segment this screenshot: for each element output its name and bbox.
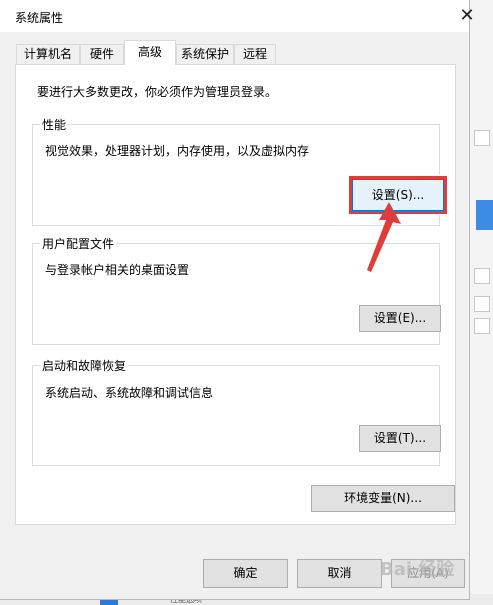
title-bar: 系统属性 ✕ bbox=[0, 0, 475, 32]
tab-advanced[interactable]: 高级 bbox=[124, 40, 176, 65]
performance-settings-label: 设置(S)... bbox=[352, 179, 444, 211]
background-blue-block bbox=[476, 200, 493, 230]
tab-computer-name[interactable]: 计算机名 bbox=[16, 44, 80, 64]
startup-recovery-settings-button[interactable]: 设置(T)... bbox=[359, 425, 441, 452]
startup-recovery-group-title: 启动和故障恢复 bbox=[40, 357, 129, 374]
user-profiles-description: 与登录帐户相关的桌面设置 bbox=[45, 263, 190, 277]
tab-remote[interactable]: 远程 bbox=[234, 44, 276, 64]
background-icon bbox=[474, 268, 490, 284]
user-profiles-settings-label: 设置(E)... bbox=[373, 311, 427, 325]
tab-label: 高级 bbox=[137, 45, 162, 59]
window-title: 系统属性 bbox=[15, 11, 64, 25]
environment-variables-label: 环境变量(N)... bbox=[344, 491, 422, 505]
close-icon: ✕ bbox=[459, 5, 475, 26]
tab-label: 计算机名 bbox=[23, 47, 72, 61]
advanced-tab-panel: 要进行大多数更改，你必须作为管理员登录。 性能 视觉效果，处理器计划，内存使用，… bbox=[15, 64, 456, 525]
tab-label: 硬件 bbox=[89, 47, 114, 61]
tab-hardware[interactable]: 硬件 bbox=[80, 44, 124, 64]
performance-group-title: 性能 bbox=[40, 116, 69, 133]
admin-notice: 要进行大多数更改，你必须作为管理员登录。 bbox=[37, 85, 278, 99]
tab-label: 远程 bbox=[242, 47, 267, 61]
background-icon bbox=[474, 296, 490, 312]
background-icon bbox=[474, 318, 490, 334]
tab-label: 系统保护 bbox=[180, 47, 229, 61]
tab-system-protection[interactable]: 系统保护 bbox=[176, 44, 234, 64]
user-profiles-settings-button[interactable]: 设置(E)... bbox=[359, 305, 441, 332]
background-window-fragment bbox=[470, 0, 493, 605]
apply-button[interactable]: 应用(A) bbox=[391, 559, 465, 588]
ok-label: 确定 bbox=[233, 566, 258, 580]
performance-description: 视觉效果，处理器计划，内存使用，以及虚拟内存 bbox=[45, 144, 310, 158]
user-profiles-group-title: 用户配置文件 bbox=[40, 235, 117, 252]
background-icon bbox=[474, 130, 490, 146]
environment-variables-button[interactable]: 环境变量(N)... bbox=[311, 485, 455, 512]
apply-label: 应用(A) bbox=[407, 566, 449, 580]
ok-button[interactable]: 确定 bbox=[203, 559, 288, 588]
cancel-label: 取消 bbox=[327, 566, 352, 580]
close-button[interactable]: ✕ bbox=[455, 4, 479, 28]
startup-recovery-description: 系统启动、系统故障和调试信息 bbox=[45, 386, 214, 400]
performance-settings-button[interactable]: 设置(S)... bbox=[348, 175, 448, 215]
startup-recovery-settings-label: 设置(T)... bbox=[373, 431, 427, 445]
system-properties-dialog: 系统属性 ✕ 计算机名 硬件 高级 系统保护 远程 要进行大多数更改，你必须作为… bbox=[0, 0, 475, 600]
cancel-button[interactable]: 取消 bbox=[297, 559, 382, 588]
